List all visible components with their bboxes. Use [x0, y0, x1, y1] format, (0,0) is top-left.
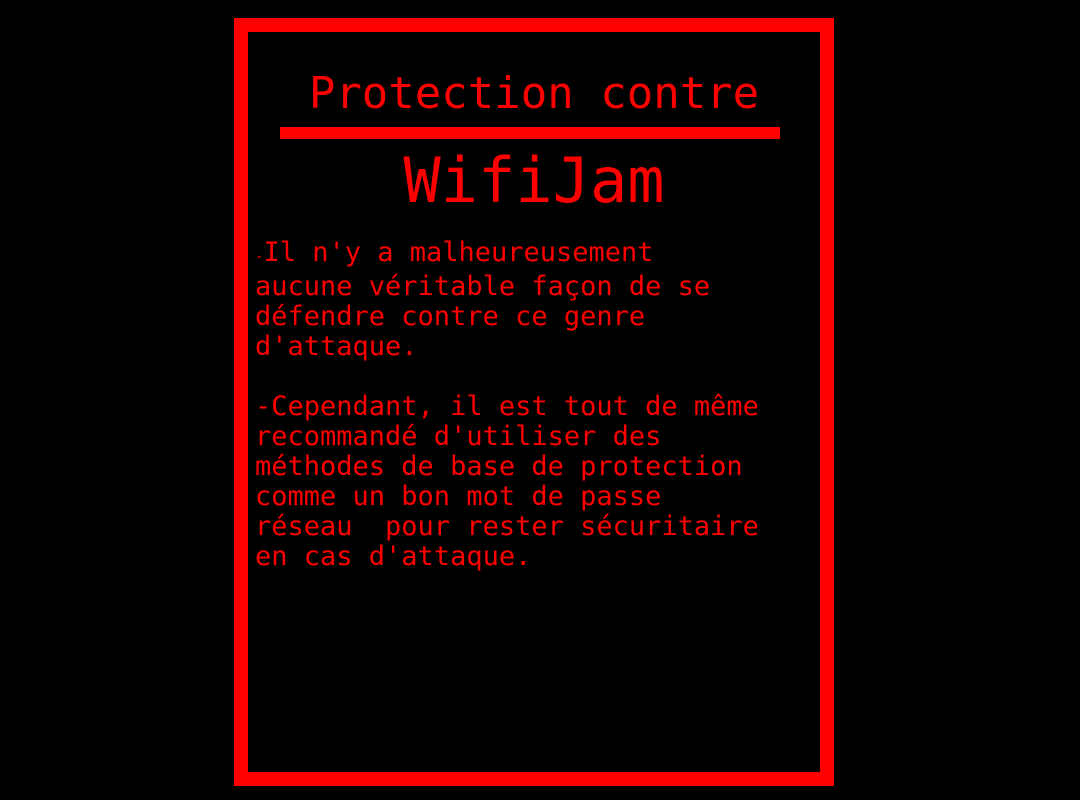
paragraph-2-text: -Cependant, il est tout de même recomman… — [255, 391, 759, 572]
slide-page: Protection contre WifiJam -Il n'y a malh… — [0, 0, 1080, 800]
slide-body: -Il n'y a malheureusement aucune véritab… — [255, 238, 815, 572]
slide-subtitle: WifiJam — [403, 144, 665, 217]
paragraph-1-text: Il n'y a malheureusement aucune véritabl… — [255, 237, 711, 362]
slide-title: Protection contre — [308, 68, 760, 119]
title-underline — [280, 127, 780, 139]
content-panel: Protection contre WifiJam -Il n'y a malh… — [234, 18, 834, 786]
